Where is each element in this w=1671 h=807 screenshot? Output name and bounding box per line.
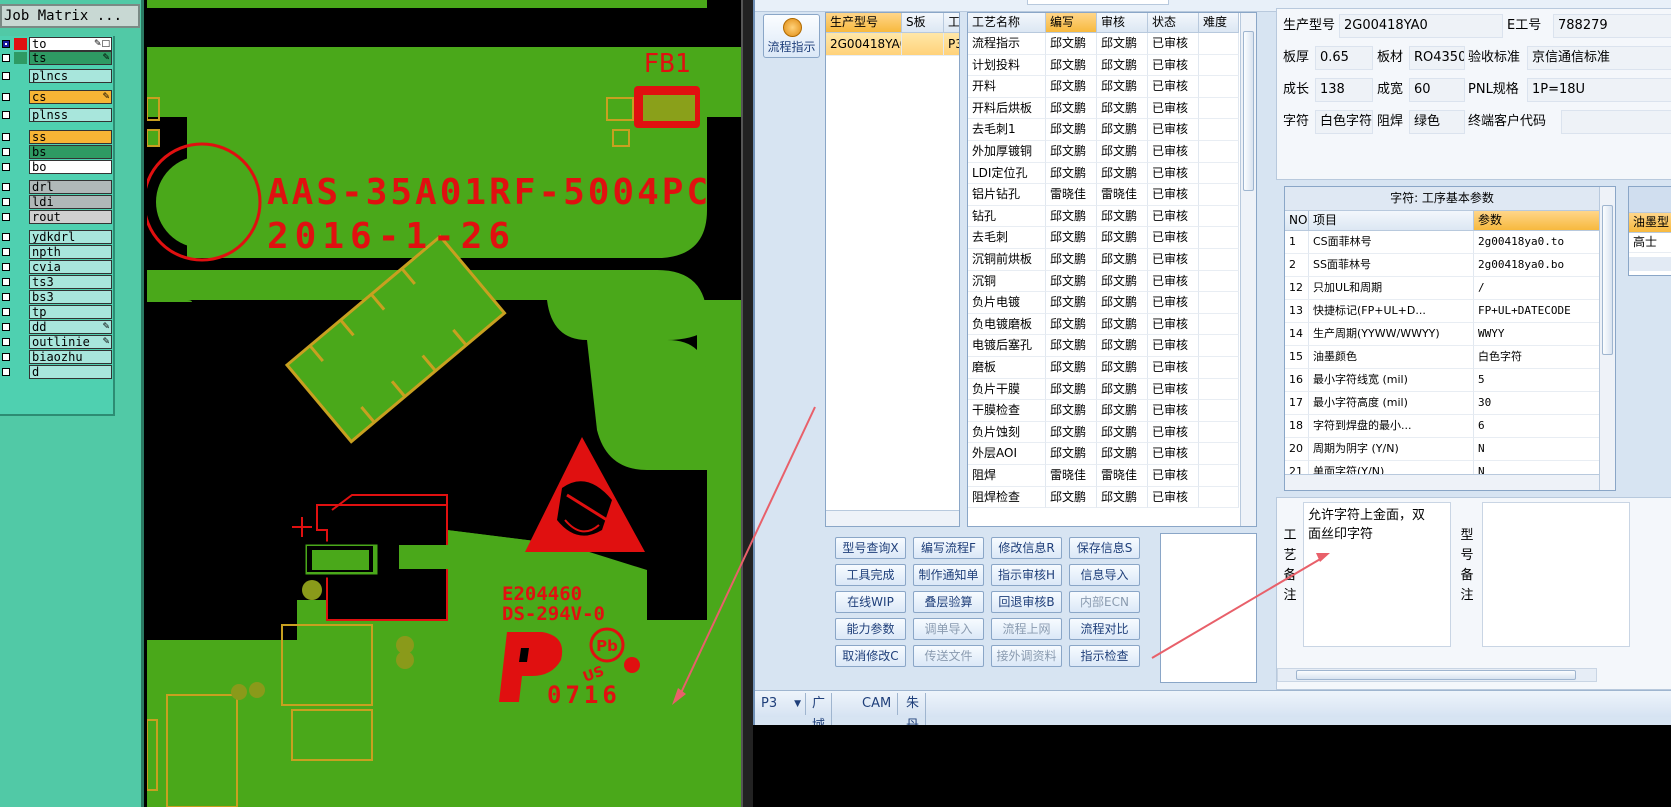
annotation-arrows xyxy=(672,406,1330,705)
arrow-head-left xyxy=(672,688,686,705)
arrow-line-right xyxy=(1151,557,1323,659)
arrow-line-left xyxy=(679,406,816,696)
